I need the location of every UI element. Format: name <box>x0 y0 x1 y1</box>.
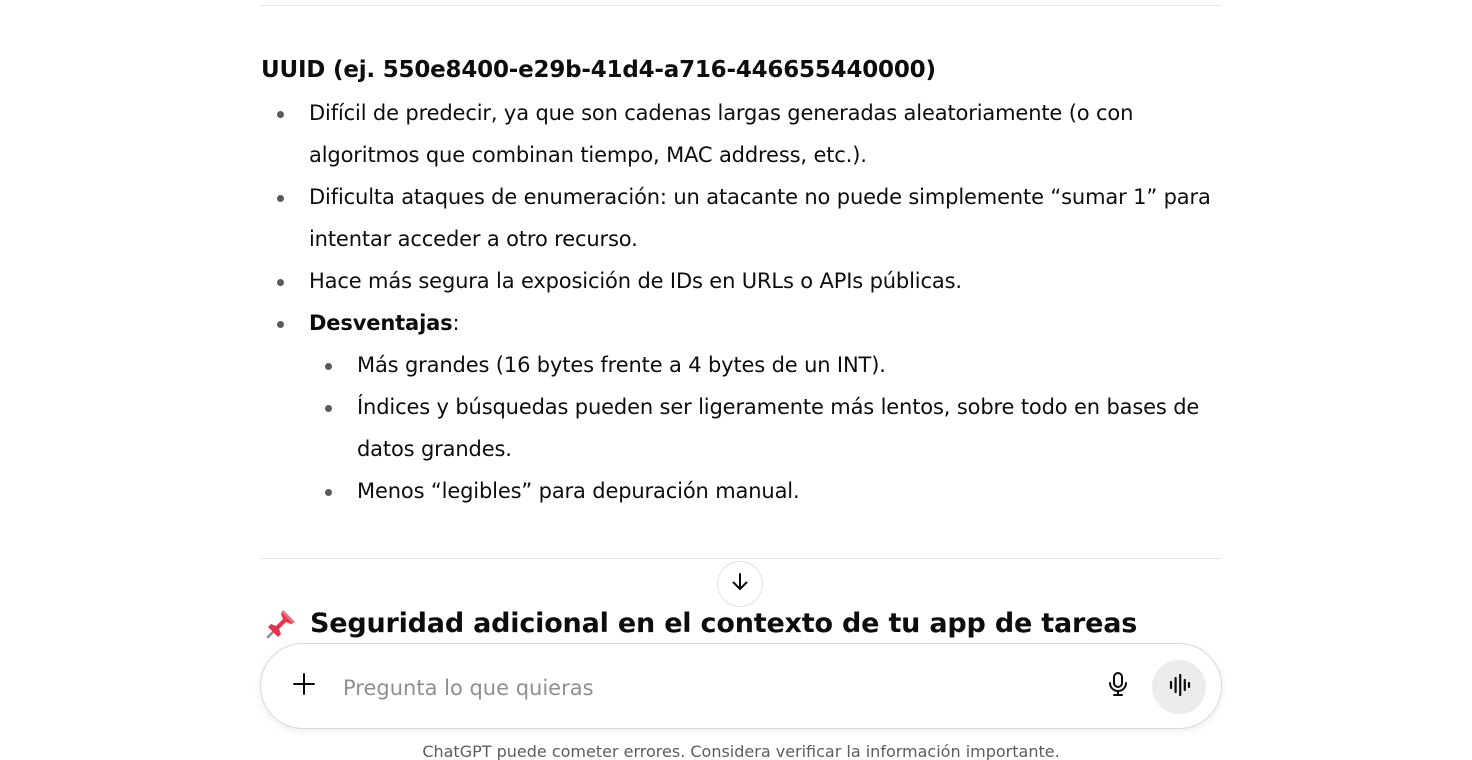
list-item: Hace más segura la exposición de IDs en … <box>261 260 1221 302</box>
divider-middle <box>261 558 1221 559</box>
uuid-bullet-list: Difícil de predecir, ya que son cadenas … <box>261 92 1221 512</box>
section-heading-security: Seguridad adicional en el contexto de tu… <box>264 603 1137 645</box>
disadvantages-label: Desventajas <box>309 311 453 335</box>
chat-page: UUID (ej. 550e8400-e29b-41d4-a716-446655… <box>0 0 1472 760</box>
add-attachment-button[interactable] <box>283 665 325 707</box>
plus-icon <box>292 672 316 700</box>
assistant-message: UUID (ej. 550e8400-e29b-41d4-a716-446655… <box>261 50 1221 512</box>
microphone-icon <box>1105 671 1131 701</box>
list-item: Dificulta ataques de enumeración: un ata… <box>261 176 1221 260</box>
disadvantages-colon: : <box>452 311 460 335</box>
list-item: Índices y búsquedas pueden ser ligeramen… <box>309 386 1221 470</box>
voice-waveform-icon <box>1166 672 1192 702</box>
list-item: Menos “legibles” para depuración manual. <box>309 470 1221 512</box>
prompt-composer <box>260 643 1222 729</box>
divider-top <box>261 5 1221 6</box>
list-item: Difícil de predecir, ya que son cadenas … <box>261 92 1221 176</box>
dictate-button[interactable] <box>1097 665 1139 707</box>
disadvantages-list: Más grandes (16 bytes frente a 4 bytes d… <box>309 344 1221 512</box>
list-item-disadvantages: Desventajas: Más grandes (16 bytes frent… <box>261 302 1221 512</box>
prompt-input[interactable] <box>341 668 1065 708</box>
section-heading-text: Seguridad adicional en el contexto de tu… <box>310 608 1138 639</box>
pushpin-icon <box>264 607 298 641</box>
disclaimer-text: ChatGPT puede cometer errores. Considera… <box>422 742 1060 760</box>
scroll-to-bottom-button[interactable] <box>717 561 763 607</box>
arrow-down-icon <box>728 570 752 598</box>
voice-mode-button[interactable] <box>1152 660 1206 714</box>
list-item: Más grandes (16 bytes frente a 4 bytes d… <box>309 344 1221 386</box>
section-heading-uuid: UUID (ej. 550e8400-e29b-41d4-a716-446655… <box>261 57 936 83</box>
